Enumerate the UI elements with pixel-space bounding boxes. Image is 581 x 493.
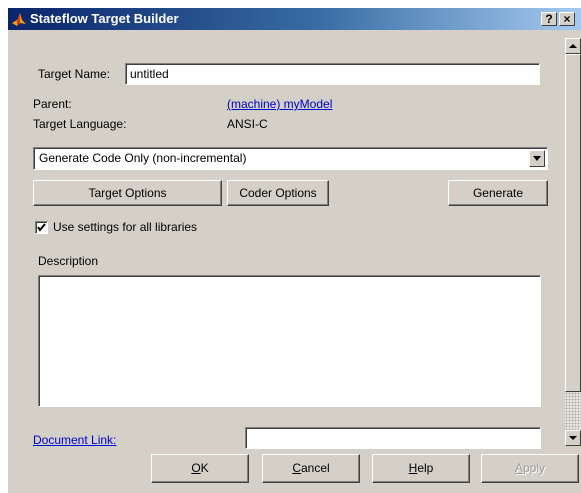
ok-label: K: [200, 461, 209, 475]
document-link-input[interactable]: [245, 427, 541, 449]
apply-label: pply: [523, 461, 546, 475]
use-settings-label: Use settings for all libraries: [53, 220, 198, 234]
help-button[interactable]: Help: [372, 454, 470, 483]
cancel-label: ancel: [300, 461, 330, 475]
parent-label: Parent:: [33, 97, 72, 111]
parent-link[interactable]: (machine) myModel: [227, 97, 332, 111]
code-generation-mode-select[interactable]: Generate Code Only (non-incremental): [33, 147, 548, 170]
target-name-input[interactable]: [125, 63, 540, 85]
vertical-scrollbar[interactable]: [565, 38, 581, 446]
coder-options-button[interactable]: Coder Options: [227, 180, 329, 206]
ok-button[interactable]: OK: [151, 454, 249, 483]
target-builder-dialog: Stateflow Target Builder ? × Target Name…: [8, 8, 581, 493]
document-link-label[interactable]: Document Link:: [33, 433, 116, 447]
scroll-down-button[interactable]: [565, 430, 581, 446]
window-title: Stateflow Target Builder: [30, 11, 179, 26]
description-textarea[interactable]: [38, 275, 541, 407]
scroll-track[interactable]: [565, 392, 581, 430]
target-options-button[interactable]: Target Options: [33, 180, 222, 206]
select-value: Generate Code Only (non-incremental): [39, 151, 247, 165]
use-settings-checkbox[interactable]: [35, 221, 48, 234]
triangle-up-icon: [569, 44, 577, 48]
description-label: Description: [38, 254, 99, 268]
scroll-up-button[interactable]: [565, 38, 581, 54]
generate-button[interactable]: Generate: [448, 180, 548, 206]
cancel-mnemonic: C: [292, 461, 301, 475]
triangle-down-icon: [569, 436, 577, 440]
ok-mnemonic: O: [191, 461, 201, 475]
target-name-label: Target Name:: [38, 67, 111, 81]
checkmark-icon: [37, 223, 46, 232]
scroll-thumb[interactable]: [565, 54, 581, 392]
help-title-button[interactable]: ?: [541, 12, 557, 26]
dropdown-arrow-button[interactable]: [529, 150, 545, 167]
target-language-label: Target Language:: [33, 117, 127, 131]
help-label: elp: [417, 461, 434, 475]
triangle-down-icon: [533, 156, 541, 161]
cancel-button[interactable]: Cancel: [262, 454, 360, 483]
close-button[interactable]: ×: [559, 12, 575, 26]
title-bar[interactable]: Stateflow Target Builder ? ×: [8, 8, 581, 30]
apply-mnemonic: A: [514, 461, 523, 475]
stateflow-logo-icon: [12, 13, 26, 26]
target-language-value: ANSI-C: [227, 117, 268, 131]
apply-button[interactable]: Apply: [481, 454, 579, 483]
